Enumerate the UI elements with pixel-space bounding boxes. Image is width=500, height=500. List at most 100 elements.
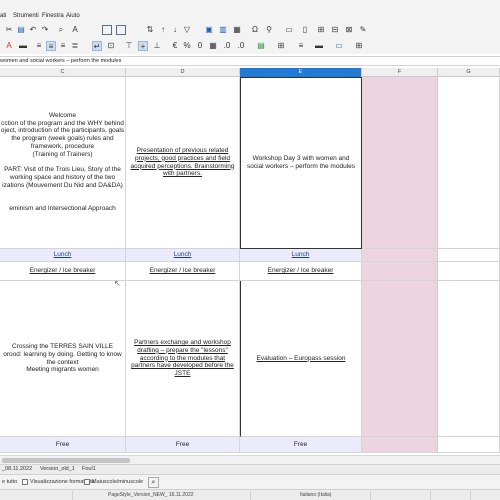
- cell-f-free[interactable]: [362, 437, 438, 453]
- paste-icon[interactable]: ▤: [16, 25, 26, 35]
- horizontal-scrollbar[interactable]: [0, 455, 500, 464]
- autofilter-icon[interactable]: ▽: [182, 25, 192, 35]
- column-headers: C D E F G: [0, 68, 500, 77]
- search-all-label[interactable]: e tutto: [2, 479, 17, 485]
- cell-g-energizer[interactable]: [438, 262, 500, 281]
- column-header-d[interactable]: D: [126, 68, 240, 77]
- highlighting-color-icon[interactable]: ▬: [18, 41, 28, 51]
- sheet-tab-3[interactable]: Foul1: [82, 466, 96, 472]
- find-all-icon[interactable]: ⌕: [148, 477, 159, 488]
- find-replace-icon[interactable]: ⌕: [56, 25, 66, 35]
- cell-g-session2[interactable]: [438, 281, 500, 437]
- find-toolbar: e tutto Visualizzazione formattata Maius…: [0, 474, 500, 489]
- row-icon[interactable]: [102, 25, 112, 35]
- undo-icon[interactable]: ↶: [28, 25, 38, 35]
- comment-icon[interactable]: ▭: [284, 25, 294, 35]
- cell-c-lunch[interactable]: Lunch: [0, 249, 126, 262]
- currency-format-icon[interactable]: €: [170, 41, 180, 51]
- mouse-cursor-icon: ↖: [114, 279, 121, 288]
- center-vertically-icon[interactable]: +: [138, 41, 148, 51]
- hyperlink-icon[interactable]: ⚲: [264, 25, 274, 35]
- border-color-icon[interactable]: ▬: [314, 41, 324, 51]
- add-decimal-place-icon[interactable]: .0: [222, 41, 232, 51]
- cell-g-free[interactable]: [438, 437, 500, 453]
- cell-d-lunch[interactable]: Lunch: [126, 249, 240, 262]
- cell-c-session1[interactable]: Welcome cction of the program and the WH…: [0, 77, 126, 249]
- split-window-icon[interactable]: ⊠: [344, 25, 354, 35]
- cell-f-session2[interactable]: [362, 281, 438, 437]
- formula-input[interactable]: women and social workers – perform the m…: [0, 58, 121, 64]
- cell-e-free[interactable]: Free: [240, 437, 362, 453]
- border-style-icon[interactable]: ≡: [296, 41, 306, 51]
- column-header-e[interactable]: E: [240, 68, 362, 77]
- formula-bar[interactable]: women and social workers – perform the m…: [0, 56, 500, 66]
- font-color-icon[interactable]: A: [4, 41, 14, 51]
- sheet-tab-2[interactable]: Version_old_1: [40, 466, 75, 472]
- sort-icon[interactable]: ⇅: [145, 25, 155, 35]
- align-bottom-icon[interactable]: ⊥: [152, 41, 162, 51]
- match-case-checkbox[interactable]: [84, 479, 90, 485]
- cell-c-energizer[interactable]: Energizer / Ice breaker: [0, 262, 126, 281]
- align-center-icon[interactable]: ≡: [46, 41, 56, 51]
- align-top-icon[interactable]: ⊤: [124, 41, 134, 51]
- delete-decimal-place-icon[interactable]: .0: [236, 41, 246, 51]
- show-draw-functions-icon[interactable]: ✎: [358, 25, 368, 35]
- language[interactable]: Italiano (Italia): [300, 492, 331, 498]
- special-character-icon[interactable]: Ω: [250, 25, 260, 35]
- background-color-icon[interactable]: ▭: [334, 41, 344, 51]
- column-icon[interactable]: [116, 25, 126, 35]
- date-format-icon[interactable]: ▦: [208, 41, 218, 51]
- spelling-icon[interactable]: A: [70, 25, 80, 35]
- cell-g-lunch[interactable]: [438, 249, 500, 262]
- cell-c-session2[interactable]: Crossing the TERRES SAIN VILLE orood: le…: [0, 281, 126, 437]
- menu-item-help[interactable]: Aiuto: [66, 13, 80, 19]
- define-print-area-icon[interactable]: ⊞: [316, 25, 326, 35]
- cut-icon[interactable]: ✂: [4, 25, 14, 35]
- conditional-format-icon[interactable]: ▤: [256, 41, 266, 51]
- menu-item-tools[interactable]: Strumenti: [13, 13, 39, 19]
- cell-g-session1[interactable]: [438, 77, 500, 249]
- page-style[interactable]: PageStyle_Version_NEW_ 16.11.2022: [108, 492, 194, 498]
- cell-e-energizer[interactable]: Energizer / Ice breaker: [240, 262, 362, 281]
- sort-descending-icon[interactable]: ↓: [170, 25, 180, 35]
- column-header-g[interactable]: G: [438, 68, 500, 77]
- cell-f-energizer[interactable]: [362, 262, 438, 281]
- menubar: ati Strumenti Finestra Aiuto: [0, 0, 500, 22]
- redo-icon[interactable]: ↷: [40, 25, 50, 35]
- formatted-display-checkbox[interactable]: [22, 479, 28, 485]
- scrollbar-thumb[interactable]: [2, 458, 130, 463]
- cell-d-session1[interactable]: Presentation of previous related project…: [126, 77, 240, 249]
- cell-f-session1[interactable]: [362, 77, 438, 249]
- align-right-icon[interactable]: ≡: [58, 41, 68, 51]
- borders-icon[interactable]: ⊞: [276, 41, 286, 51]
- sheet-tab-1[interactable]: _08.11.2022: [2, 466, 32, 472]
- menu-item-format[interactable]: ati: [0, 13, 6, 19]
- align-left-icon[interactable]: ≡: [34, 41, 44, 51]
- sort-ascending-icon[interactable]: ↑: [158, 25, 168, 35]
- cell-e-lunch[interactable]: Lunch: [240, 249, 362, 262]
- percent-format-icon[interactable]: %: [182, 41, 192, 51]
- spreadsheet-grid: Welcome cction of the program and the WH…: [0, 77, 500, 454]
- match-case-label: Maiuscole/minuscole: [92, 479, 144, 485]
- wrap-text-icon[interactable]: ↵: [92, 41, 102, 51]
- pivot-table-icon[interactable]: ▦: [232, 25, 242, 35]
- merge-center-icon[interactable]: ⊡: [106, 41, 116, 51]
- column-header-c[interactable]: C: [0, 68, 126, 77]
- cell-f-lunch[interactable]: [362, 249, 438, 262]
- sheet-tabs: _08.11.2022 Version_old_1 Foul1: [0, 464, 500, 474]
- cell-d-free[interactable]: Free: [126, 437, 240, 453]
- headers-footers-icon[interactable]: ▯: [300, 25, 310, 35]
- cell-e-session2[interactable]: Evaluation – Europass session: [240, 281, 362, 437]
- cell-e-session1-selected[interactable]: Workshop Day 3 with women and social wor…: [240, 77, 362, 249]
- cell-d-energizer[interactable]: Energizer / Ice breaker: [126, 262, 240, 281]
- image-icon[interactable]: ▣: [204, 25, 214, 35]
- number-format-icon[interactable]: 0: [195, 41, 205, 51]
- justify-icon[interactable]: ≣: [70, 41, 80, 51]
- insert-table-icon[interactable]: ⊞: [354, 41, 364, 51]
- freeze-rows-columns-icon[interactable]: ⊟: [330, 25, 340, 35]
- column-header-f[interactable]: F: [362, 68, 438, 77]
- chart-icon[interactable]: ▥: [218, 25, 228, 35]
- menu-item-window[interactable]: Finestra: [42, 13, 64, 19]
- cell-c-free[interactable]: Free: [0, 437, 126, 453]
- cell-d-session2[interactable]: Partners exchange and workshop drafting …: [126, 281, 240, 437]
